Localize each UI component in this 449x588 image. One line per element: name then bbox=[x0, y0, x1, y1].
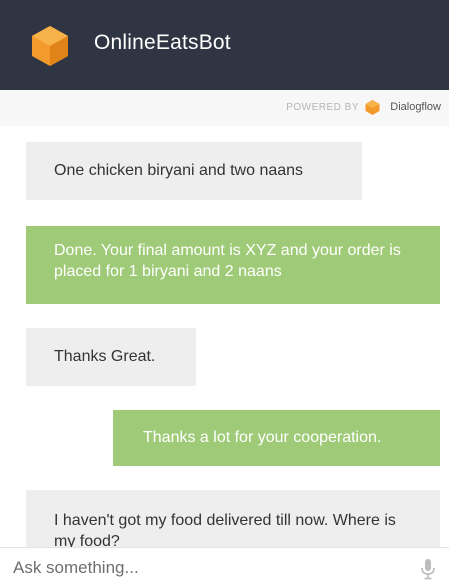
dialogflow-brand: Dialogflow bbox=[390, 101, 441, 113]
user-message: One chicken biryani and two naans bbox=[26, 142, 362, 200]
microphone-icon[interactable] bbox=[419, 558, 437, 580]
query-input[interactable] bbox=[0, 548, 400, 588]
dialogflow-icon bbox=[365, 100, 380, 115]
input-bar bbox=[0, 547, 449, 588]
user-message: Thanks Great. bbox=[26, 328, 196, 386]
orange-cube-icon bbox=[32, 26, 68, 66]
chat-header: OnlineEatsBot bbox=[0, 0, 449, 90]
bot-message: Done. Your final amount is XYZ and your … bbox=[26, 226, 440, 304]
powered-by-label: POWERED BY bbox=[286, 102, 359, 113]
bot-message: Thanks a lot for your cooperation. bbox=[113, 410, 440, 466]
bot-name: OnlineEatsBot bbox=[94, 31, 231, 54]
user-message: I haven't got my food delivered till now… bbox=[26, 490, 440, 547]
powered-by-bar: POWERED BY Dialogflow bbox=[0, 90, 449, 126]
message-list[interactable]: One chicken biryani and two naans Done. … bbox=[0, 126, 449, 547]
